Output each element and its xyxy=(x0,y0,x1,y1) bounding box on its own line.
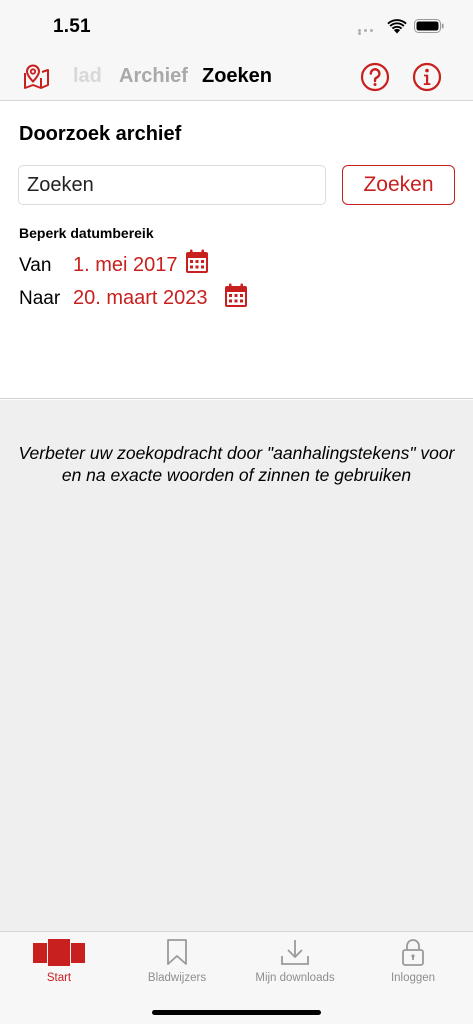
map-pin-icon[interactable] xyxy=(22,64,50,90)
tab-bladwijzers-label: Bladwijzers xyxy=(147,972,207,984)
from-label: Van xyxy=(19,255,52,276)
cellular-signal-icon xyxy=(358,29,380,35)
battery-icon xyxy=(414,19,444,33)
status-time: 1.51 xyxy=(53,16,91,37)
to-date[interactable]: 20. maart 2023 xyxy=(73,287,208,310)
tab-zoeken[interactable]: Zoeken xyxy=(202,65,272,88)
tab-start-label: Start xyxy=(46,972,72,984)
screen: 1.51 lad Archief Zoeken Doorzoek archief… xyxy=(0,0,473,1024)
download-icon xyxy=(281,940,309,965)
calendar-icon[interactable] xyxy=(185,249,209,274)
tab-dagblad[interactable]: lad xyxy=(73,65,102,88)
tab-bladwijzers[interactable]: Bladwijzers xyxy=(118,932,236,992)
tab-archief[interactable]: Archief xyxy=(119,65,188,88)
page-title: Doorzoek archief xyxy=(19,123,182,145)
tab-mijn-downloads-label: Mijn downloads xyxy=(255,972,335,984)
newspaper-icon xyxy=(33,939,85,966)
tab-start[interactable]: Start xyxy=(0,932,118,992)
search-form: Doorzoek archief Zoeken Beperk datumbere… xyxy=(0,102,473,399)
search-input[interactable] xyxy=(18,165,326,205)
to-label: Naar xyxy=(19,288,61,309)
info-icon[interactable] xyxy=(412,62,442,92)
search-button[interactable]: Zoeken xyxy=(342,165,455,205)
lock-icon xyxy=(402,939,424,966)
search-hint: Verbeter uw zoekopdracht door "aanhaling… xyxy=(18,443,455,485)
calendar-icon[interactable] xyxy=(224,283,248,308)
hint-area: Verbeter uw zoekopdracht door "aanhaling… xyxy=(0,400,473,931)
home-indicator xyxy=(152,1010,321,1015)
status-bar: 1.51 xyxy=(0,0,473,54)
date-range-title: Beperk datumbereik xyxy=(19,225,154,241)
tab-inloggen-label: Inloggen xyxy=(390,972,436,984)
tab-inloggen[interactable]: Inloggen xyxy=(354,932,472,992)
tab-mijn-downloads[interactable]: Mijn downloads xyxy=(236,932,354,992)
help-icon[interactable] xyxy=(360,62,390,92)
bookmark-icon xyxy=(167,939,187,965)
wifi-icon xyxy=(387,19,407,34)
from-date[interactable]: 1. mei 2017 xyxy=(73,254,178,277)
top-nav-bar: lad Archief Zoeken xyxy=(0,54,473,101)
